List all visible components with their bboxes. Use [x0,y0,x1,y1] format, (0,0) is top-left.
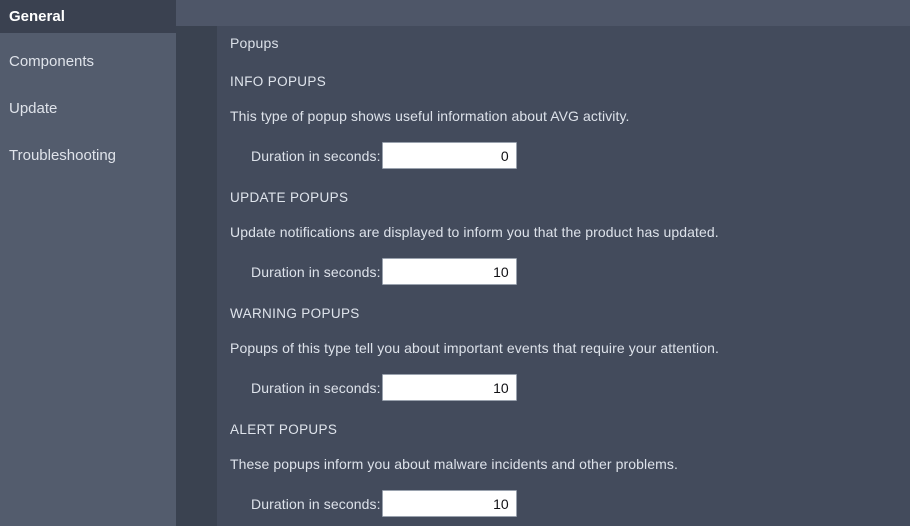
page-title: Popups [230,35,279,51]
section-heading: ALERT POPUPS [230,422,338,437]
section-heading: UPDATE POPUPS [230,190,349,205]
sidebar-item-label: Troubleshooting [9,147,117,164]
section-info-popups: INFO POPUPS This type of popup shows use… [230,74,890,169]
sidebar-item-update[interactable]: Update [0,85,176,132]
panel-gutter [176,26,217,526]
section-description: Update notifications are displayed to in… [230,224,719,240]
warning-popup-duration-input[interactable] [381,374,517,401]
duration-row: Duration in seconds: [230,240,890,285]
duration-row: Duration in seconds: [230,472,890,517]
sidebar-item-components[interactable]: Components [0,38,176,85]
sidebar-item-label: General [9,8,65,25]
section-description: This type of popup shows useful informat… [230,108,630,124]
sidebar-item-label: Components [9,53,95,70]
settings-window: General Components Update Troubleshootin… [0,0,910,526]
section-heading: WARNING POPUPS [230,306,360,321]
settings-sidebar: General Components Update Troubleshootin… [0,0,176,526]
window-top-strip [176,0,910,26]
sidebar-item-general[interactable]: General [0,0,176,33]
section-alert-popups: ALERT POPUPS These popups inform you abo… [230,422,890,517]
duration-label: Duration in seconds: [251,379,381,396]
info-popup-duration-input[interactable] [381,142,517,169]
duration-label: Duration in seconds: [251,495,381,512]
section-description: Popups of this type tell you about impor… [230,340,719,356]
sidebar-item-troubleshooting[interactable]: Troubleshooting [0,132,176,179]
section-update-popups: UPDATE POPUPS Update notifications are d… [230,190,890,285]
duration-row: Duration in seconds: [230,124,890,169]
section-description: These popups inform you about malware in… [230,456,678,472]
duration-row: Duration in seconds: [230,356,890,401]
update-popup-duration-input[interactable] [381,258,517,285]
section-warning-popups: WARNING POPUPS Popups of this type tell … [230,306,890,401]
alert-popup-duration-input[interactable] [381,490,517,517]
duration-label: Duration in seconds: [251,147,381,164]
section-heading: INFO POPUPS [230,74,327,89]
popups-settings-panel: Popups INFO POPUPS This type of popup sh… [217,26,910,526]
sidebar-item-label: Update [9,100,58,117]
duration-label: Duration in seconds: [251,263,381,280]
